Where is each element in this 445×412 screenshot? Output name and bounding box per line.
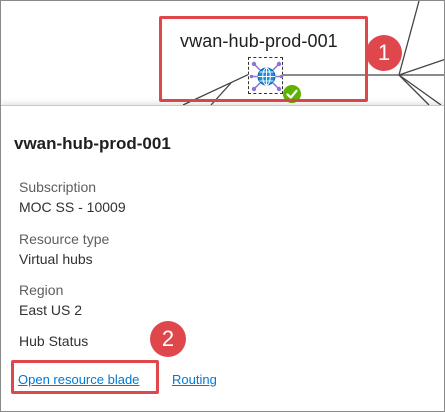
subscription-label: Subscription — [19, 179, 97, 195]
connection-line — [398, 74, 442, 105]
hub-status-label: Hub Status — [19, 333, 89, 349]
callout-highlight-open-resource-blade — [11, 360, 159, 394]
region-label: Region — [19, 282, 64, 298]
region-value: East US 2 — [19, 302, 83, 318]
callout-highlight-hub-node — [159, 16, 368, 102]
subscription-value: MOC SS - 10009 — [19, 199, 126, 215]
callout-number-badge: 1 — [366, 35, 402, 71]
panel-title: vwan-hub-prod-001 — [14, 134, 171, 153]
resource-type-label: Resource type — [19, 231, 110, 247]
resource-type-value: Virtual hubs — [19, 251, 93, 267]
connection-line — [398, 74, 430, 105]
connection-line — [398, 58, 444, 76]
connection-line — [398, 1, 420, 76]
routing-link[interactable]: Routing — [172, 372, 217, 387]
callout-number-badge: 2 — [150, 321, 186, 357]
topology-details-window: vwan-hub-prod-001 1 vwan-hub-prod-001 Su… — [0, 0, 445, 412]
